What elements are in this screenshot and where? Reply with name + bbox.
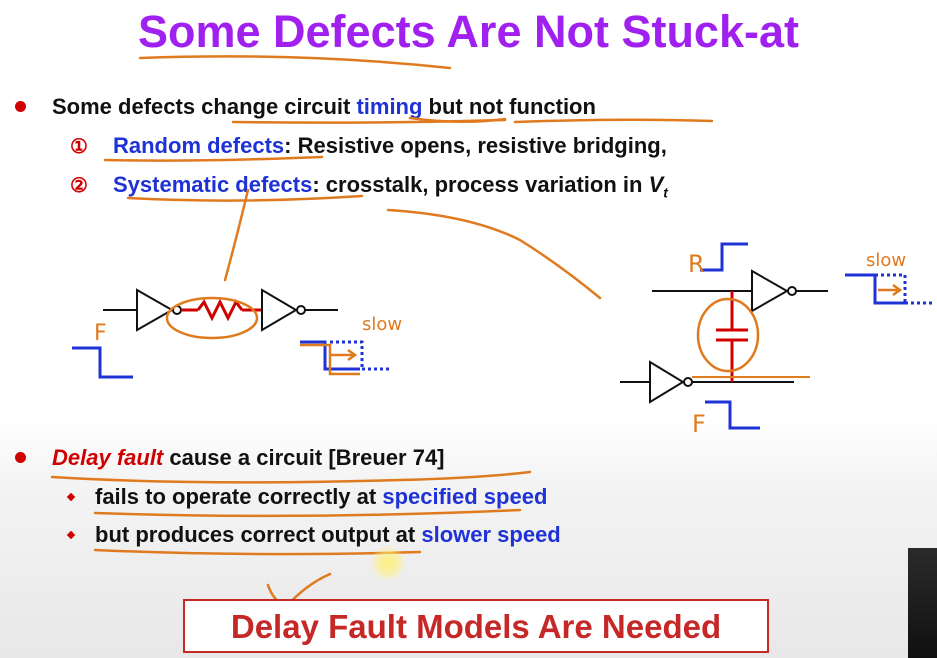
- circuit-sketches: F slow R F slow: [50, 55, 935, 610]
- right-victim-label: F: [692, 410, 706, 438]
- left-output-waveform: [300, 340, 390, 376]
- delay-item-2-text: but produces correct output at: [95, 522, 422, 547]
- defect-circle-right: [696, 297, 760, 373]
- delay-item-1-emph: specified speed: [382, 484, 548, 509]
- bullet-dot: [15, 452, 26, 463]
- right-output-waveform: [845, 273, 935, 305]
- conclusion-box: Delay Fault Models Are Needed: [183, 599, 769, 653]
- right-circuit: [620, 269, 828, 404]
- delay-item-1: fails to operate correctly at specified …: [95, 484, 547, 510]
- left-output-label: slow: [362, 314, 402, 335]
- left-circuit: [103, 288, 338, 332]
- left-input-waveform: [72, 346, 133, 379]
- laser-pointer: [370, 545, 406, 581]
- bullet-delay-fault: Delay fault cause a circuit [Breuer 74]: [52, 445, 445, 471]
- annotation-underlines: [103, 55, 714, 300]
- right-victim-waveform: [705, 400, 760, 430]
- delay-fault-label: Delay fault: [52, 445, 164, 470]
- delay-item-2: but produces correct output at slower sp…: [95, 522, 561, 548]
- webcam-overlay: [908, 548, 937, 658]
- right-aggressor-waveform: [700, 242, 748, 272]
- right-aggressor-label: R: [688, 250, 705, 278]
- conclusion-text: Delay Fault Models Are Needed: [230, 608, 722, 645]
- left-input-label: F: [94, 321, 107, 346]
- delay-item-1-text: fails to operate correctly at: [95, 484, 383, 509]
- right-output-label: slow: [866, 250, 906, 271]
- slide: Some Defects Are Not Stuck-at Some defec…: [0, 0, 937, 658]
- delay-fault-desc: cause a circuit [Breuer 74]: [163, 445, 445, 470]
- delay-item-2-emph: slower speed: [421, 522, 561, 547]
